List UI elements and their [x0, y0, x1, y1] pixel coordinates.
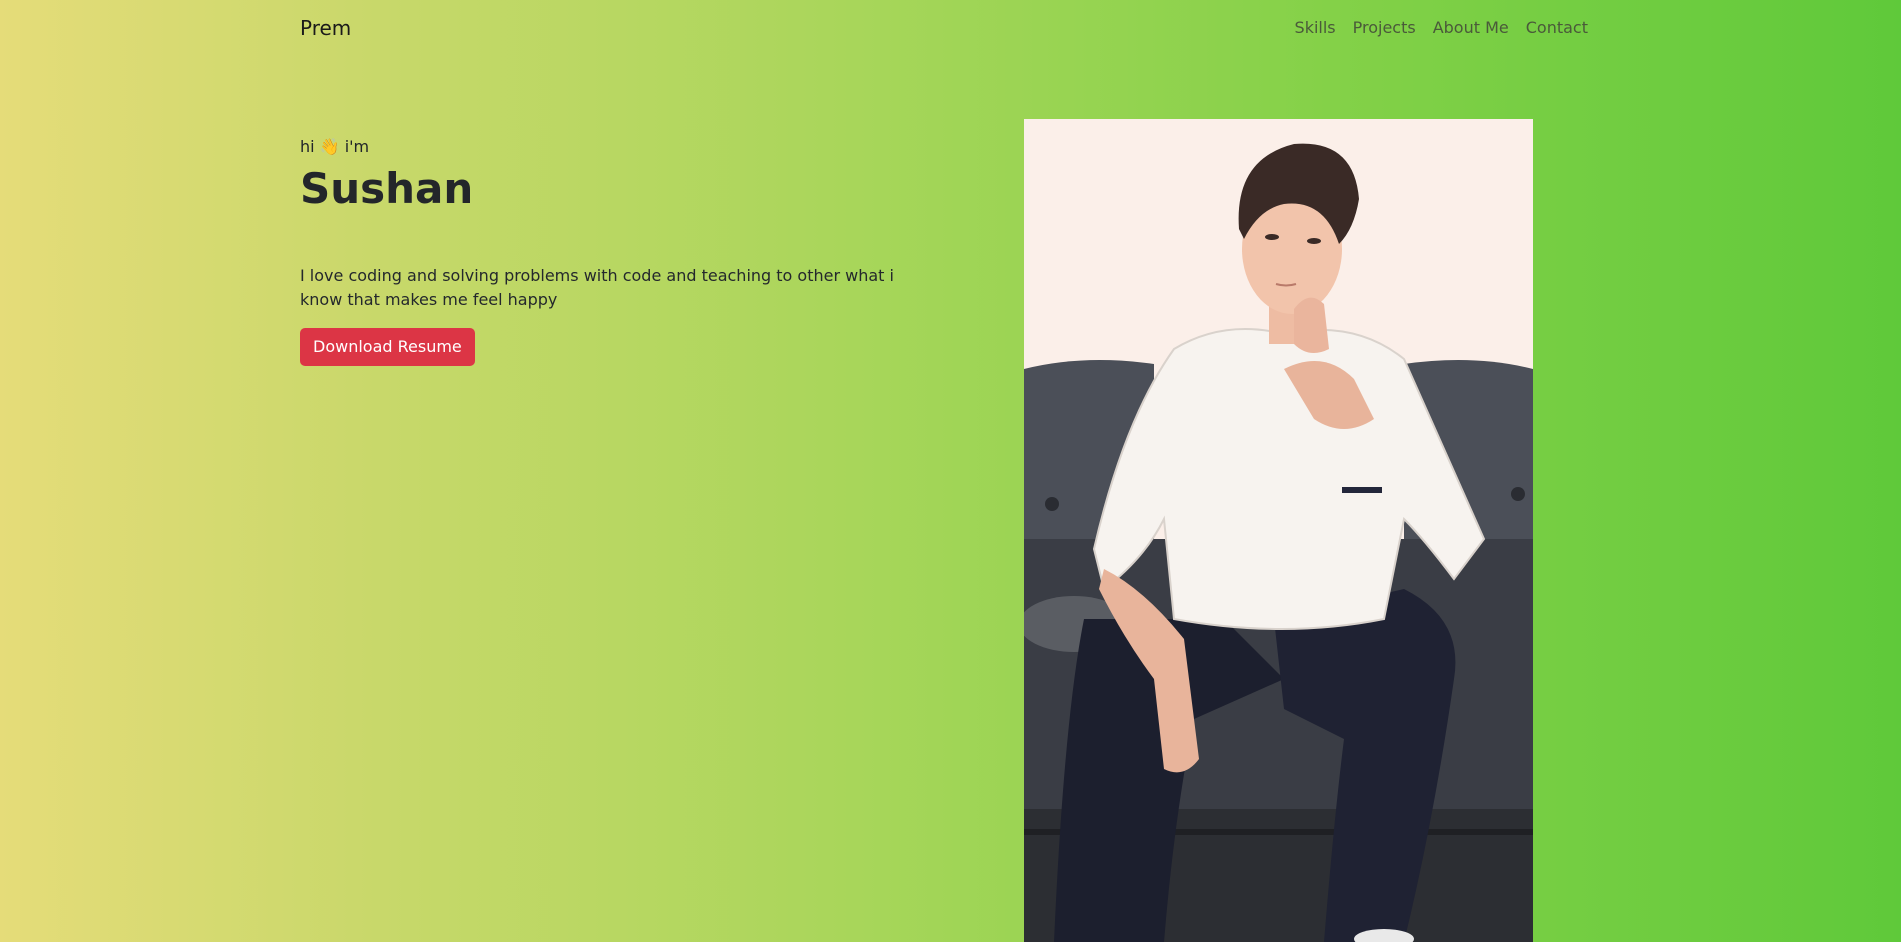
hero-name: Sushan [300, 164, 474, 213]
portrait-image [1024, 119, 1533, 942]
nav-links: Skills Projects About Me Contact [1295, 18, 1588, 37]
greeting: hi 👋 i'm [300, 136, 940, 158]
download-resume-button[interactable]: Download Resume [300, 328, 475, 366]
hero-section: hi 👋 i'm Sushan I love coding and solvin… [300, 136, 940, 366]
nav-link-contact[interactable]: Contact [1526, 18, 1588, 37]
hero-bio: I love coding and solving problems with … [300, 266, 894, 309]
greeting-prefix: hi [300, 137, 315, 156]
navbar: Prem Skills Projects About Me Contact [300, 0, 1588, 55]
brand-logo[interactable]: Prem [300, 16, 351, 40]
nav-link-about-me[interactable]: About Me [1433, 18, 1509, 37]
nav-link-skills[interactable]: Skills [1295, 18, 1336, 37]
nav-link-projects[interactable]: Projects [1353, 18, 1416, 37]
waving-hand-icon: 👋 [319, 137, 340, 156]
greeting-suffix: i'm [344, 137, 370, 156]
portrait-illustration-icon [1024, 119, 1533, 942]
